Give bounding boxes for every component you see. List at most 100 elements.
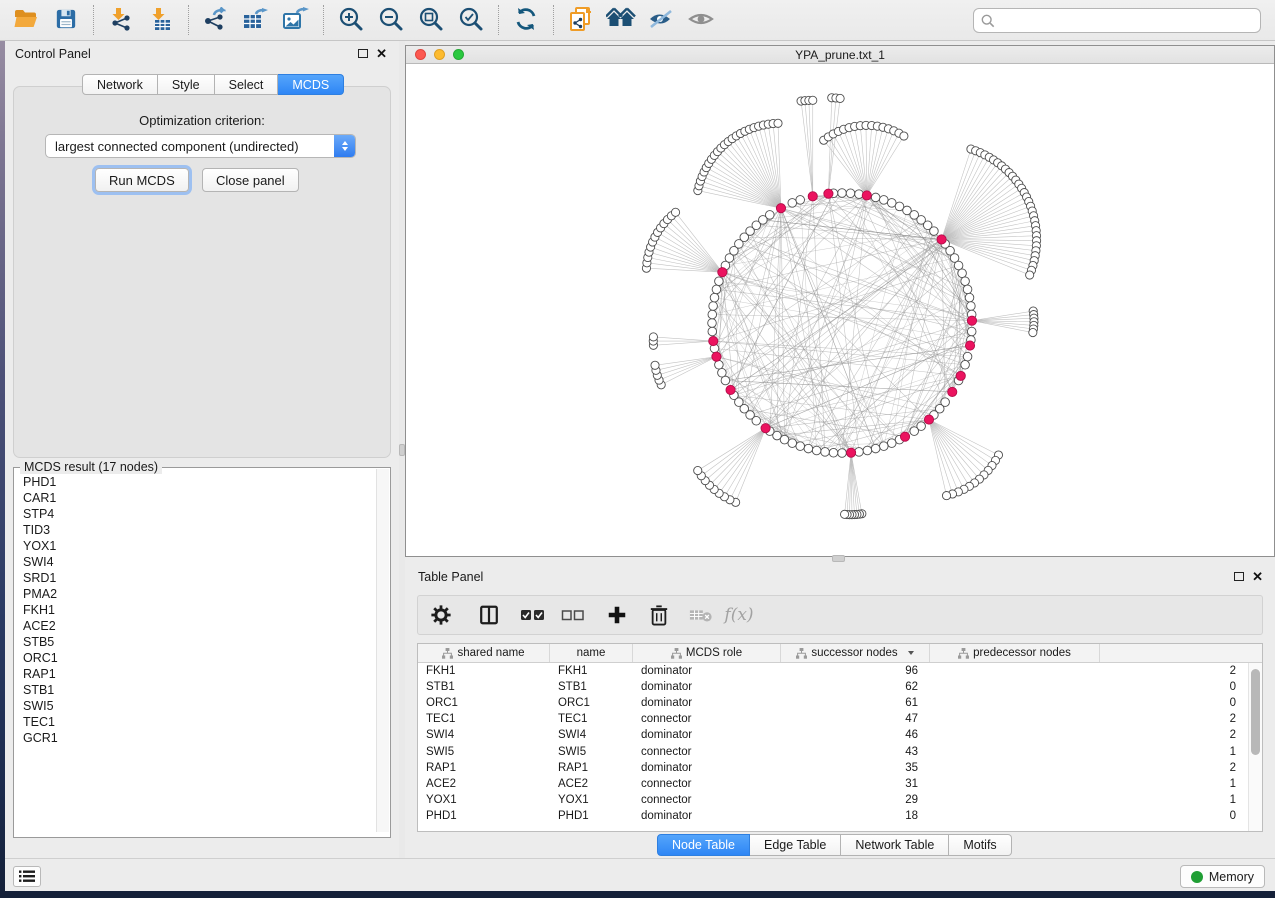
cell-name[interactable]: ACE2 <box>550 778 633 790</box>
hide-selected-button[interactable] <box>644 3 678 37</box>
mcds-result-item[interactable]: RAP1 <box>15 666 377 682</box>
mcds-result-item[interactable]: TEC1 <box>15 714 377 730</box>
network-node[interactable] <box>651 361 659 369</box>
export-table-button[interactable] <box>239 3 273 37</box>
mcds-result-item[interactable]: STP4 <box>15 506 377 522</box>
home-layout-button[interactable] <box>604 3 638 37</box>
network-hub-node[interactable] <box>846 448 855 457</box>
cell-shared-name[interactable]: RAP1 <box>418 762 550 774</box>
cell-MCDS-role[interactable]: connector <box>633 778 781 790</box>
network-node[interactable] <box>965 293 974 302</box>
network-node[interactable] <box>715 277 724 286</box>
network-node[interactable] <box>887 439 896 448</box>
zoom-fit-button[interactable] <box>414 3 448 37</box>
close-panel-button[interactable]: Close panel <box>202 168 299 192</box>
float-panel-icon[interactable] <box>358 49 368 58</box>
cell-successor-nodes[interactable]: 18 <box>781 810 930 822</box>
clone-network-button[interactable] <box>564 3 598 37</box>
cell-MCDS-role[interactable]: dominator <box>633 697 781 709</box>
network-hub-node[interactable] <box>824 189 833 198</box>
cell-name[interactable]: SWI5 <box>550 746 633 758</box>
column-header-successor-nodes[interactable]: successor nodes <box>781 644 930 662</box>
network-node[interactable] <box>961 277 970 286</box>
tab-network-table[interactable]: Network Table <box>841 834 949 856</box>
horizontal-splitter-handle[interactable] <box>832 555 845 562</box>
network-node[interactable] <box>718 368 727 377</box>
open-file-button[interactable] <box>9 3 43 37</box>
cell-shared-name[interactable]: ORC1 <box>418 697 550 709</box>
network-node[interactable] <box>863 446 872 455</box>
network-hub-node[interactable] <box>948 387 957 396</box>
table-row[interactable]: RAP1RAP1dominator352 <box>418 760 1248 776</box>
network-node[interactable] <box>809 96 817 104</box>
network-hub-node[interactable] <box>709 336 718 345</box>
cell-MCDS-role[interactable]: dominator <box>633 762 781 774</box>
export-network-button[interactable] <box>199 3 233 37</box>
network-hub-node[interactable] <box>937 235 946 244</box>
cell-name[interactable]: STB1 <box>550 681 633 693</box>
table-row[interactable]: SWI4SWI4dominator462 <box>418 727 1248 743</box>
network-node[interactable] <box>712 285 721 294</box>
zoom-selected-button[interactable] <box>454 3 488 37</box>
close-panel-icon[interactable]: ✕ <box>376 49 387 58</box>
network-node[interactable] <box>788 199 797 208</box>
network-node[interactable] <box>788 439 797 448</box>
save-session-button[interactable] <box>49 3 83 37</box>
network-node[interactable] <box>821 448 830 457</box>
mcds-result-item[interactable]: STB1 <box>15 682 377 698</box>
table-row[interactable]: PHD1PHD1dominator180 <box>418 808 1248 824</box>
network-node[interactable] <box>942 492 950 500</box>
network-node[interactable] <box>1029 328 1037 336</box>
cell-MCDS-role[interactable]: dominator <box>633 729 781 741</box>
table-row[interactable]: ACE2ACE2connector311 <box>418 776 1248 792</box>
mcds-result-item[interactable]: ACE2 <box>15 618 377 634</box>
network-node[interactable] <box>887 199 896 208</box>
network-hub-node[interactable] <box>712 352 721 361</box>
network-hub-node[interactable] <box>965 341 974 350</box>
cell-MCDS-role[interactable]: connector <box>633 794 781 806</box>
cell-predecessor-nodes[interactable]: 2 <box>930 729 1248 741</box>
network-node[interactable] <box>958 269 967 278</box>
cell-shared-name[interactable]: ACE2 <box>418 778 550 790</box>
network-node[interactable] <box>721 376 730 385</box>
table-row[interactable]: SWI5SWI5connector431 <box>418 743 1248 759</box>
cell-shared-name[interactable]: STB1 <box>418 681 550 693</box>
cell-name[interactable]: RAP1 <box>550 762 633 774</box>
cell-MCDS-role[interactable]: connector <box>633 713 781 725</box>
network-node[interactable] <box>879 442 888 451</box>
tab-edge-table[interactable]: Edge Table <box>750 834 841 856</box>
refresh-button[interactable] <box>509 3 543 37</box>
network-node[interactable] <box>708 327 717 336</box>
network-node[interactable] <box>694 466 702 474</box>
network-node[interactable] <box>774 119 782 127</box>
cell-name[interactable]: ORC1 <box>550 697 633 709</box>
network-node[interactable] <box>829 448 838 457</box>
table-row[interactable]: ORC1ORC1dominator610 <box>418 695 1248 711</box>
cell-name[interactable]: PHD1 <box>550 810 633 822</box>
column-header-MCDS-role[interactable]: MCDS role <box>633 644 781 662</box>
import-table-button[interactable] <box>144 3 178 37</box>
cell-predecessor-nodes[interactable]: 0 <box>930 681 1248 693</box>
mcds-result-item[interactable]: YOX1 <box>15 538 377 554</box>
table-row[interactable]: FKH1FKH1dominator962 <box>418 663 1248 679</box>
network-node[interactable] <box>715 360 724 369</box>
network-node[interactable] <box>900 132 908 140</box>
cell-shared-name[interactable]: TEC1 <box>418 713 550 725</box>
cell-MCDS-role[interactable]: connector <box>633 746 781 758</box>
tab-mcds[interactable]: MCDS <box>278 74 344 95</box>
cell-MCDS-role[interactable]: dominator <box>633 665 781 677</box>
network-hub-node[interactable] <box>956 371 965 380</box>
export-image-button[interactable] <box>279 3 313 37</box>
network-hub-node[interactable] <box>924 415 933 424</box>
show-all-button[interactable] <box>684 3 718 37</box>
cell-successor-nodes[interactable]: 35 <box>781 762 930 774</box>
cell-name[interactable]: SWI4 <box>550 729 633 741</box>
table-row[interactable]: STB1STB1dominator620 <box>418 679 1248 695</box>
cell-name[interactable]: TEC1 <box>550 713 633 725</box>
cell-predecessor-nodes[interactable]: 0 <box>930 810 1248 822</box>
cell-predecessor-nodes[interactable]: 2 <box>930 762 1248 774</box>
network-hub-node[interactable] <box>761 424 770 433</box>
cell-successor-nodes[interactable]: 29 <box>781 794 930 806</box>
cell-predecessor-nodes[interactable]: 1 <box>930 778 1248 790</box>
network-hub-node[interactable] <box>967 316 976 325</box>
